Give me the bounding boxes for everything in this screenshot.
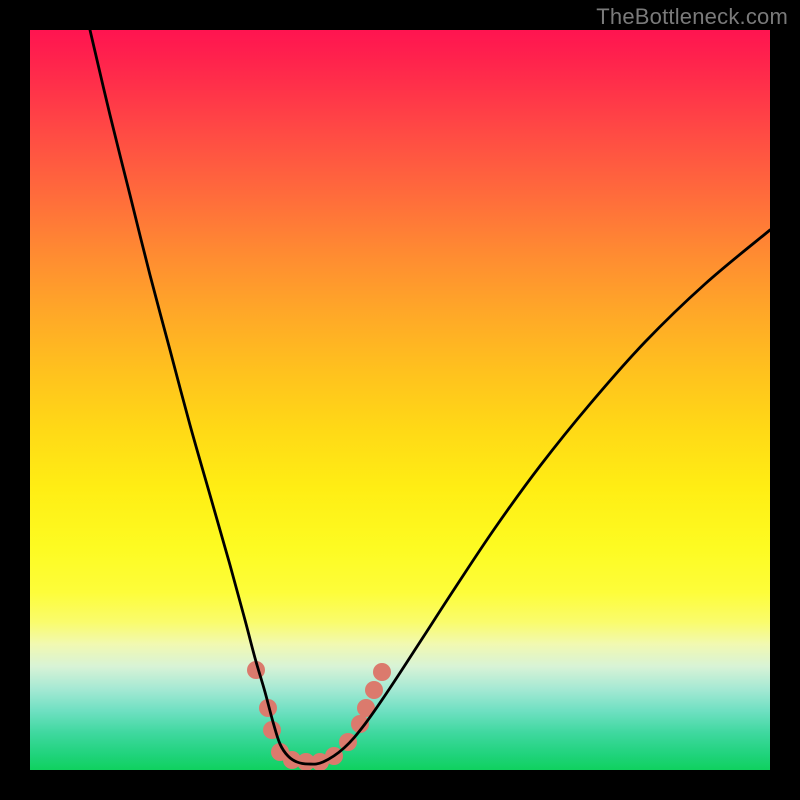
- chart-frame: TheBottleneck.com: [0, 0, 800, 800]
- curve-marker: [357, 699, 375, 717]
- curve-marker: [247, 661, 265, 679]
- curve-marker: [325, 747, 343, 765]
- chart-svg: [30, 30, 770, 770]
- curve-marker: [365, 681, 383, 699]
- curve-marker: [271, 743, 289, 761]
- curve-marker: [263, 721, 281, 739]
- markers-group: [247, 661, 391, 770]
- curve-marker: [339, 733, 357, 751]
- curve-marker: [351, 715, 369, 733]
- curve-marker: [297, 753, 315, 770]
- bottleneck-curve: [90, 30, 770, 764]
- chart-plot-area: [30, 30, 770, 770]
- curve-marker: [311, 753, 329, 770]
- curve-marker: [283, 751, 301, 769]
- watermark-text: TheBottleneck.com: [596, 4, 788, 30]
- curve-marker: [373, 663, 391, 681]
- curve-marker: [259, 699, 277, 717]
